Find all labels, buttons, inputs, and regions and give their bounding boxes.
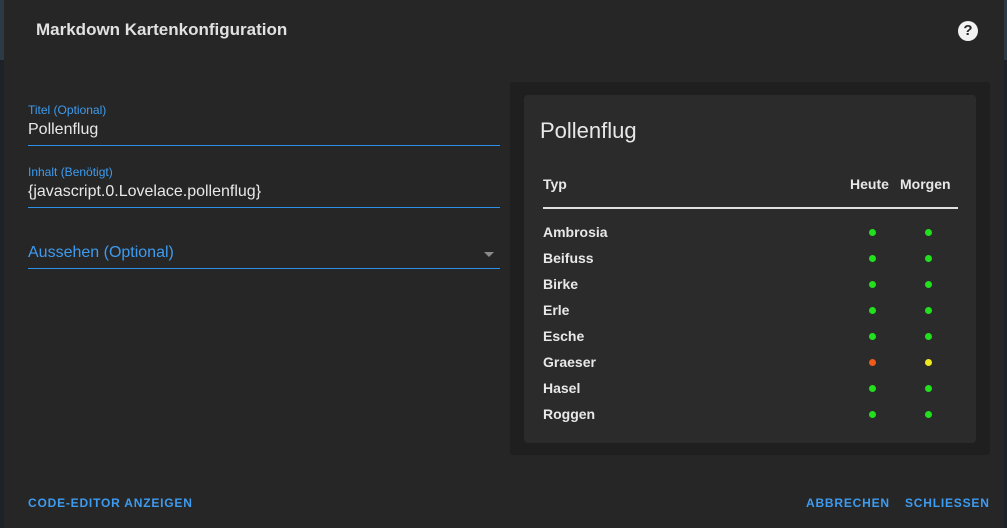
today-status-dot-icon bbox=[869, 385, 876, 392]
tomorrow-status-dot-icon bbox=[925, 255, 932, 262]
dialog: Markdown Kartenkonfiguration ? Titel (Op… bbox=[0, 0, 1007, 528]
table-row: Roggen bbox=[524, 403, 976, 429]
title-field[interactable]: Titel (Optional) bbox=[28, 103, 500, 146]
content-input[interactable] bbox=[28, 183, 498, 201]
preview-card: Pollenflug Typ Heute Morgen Ambrosia Beif… bbox=[524, 95, 976, 443]
tomorrow-status-dot-icon bbox=[925, 229, 932, 236]
today-status-dot-icon bbox=[869, 281, 876, 288]
content-field[interactable]: Inhalt (Benötigt) bbox=[28, 165, 500, 208]
column-header-typ: Typ bbox=[543, 176, 567, 192]
dialog-title: Markdown Kartenkonfiguration bbox=[36, 20, 288, 39]
pollen-table-body: Ambrosia Beifuss Birke Erle Esche Graeser Hase… bbox=[524, 221, 976, 429]
today-status-dot-icon bbox=[869, 307, 876, 314]
header-edge-left bbox=[0, 0, 4, 60]
appearance-select-label: Aussehen (Optional) bbox=[28, 244, 174, 261]
cancel-button[interactable]: ABBRECHEN bbox=[806, 496, 890, 510]
row-name: Beifuss bbox=[543, 250, 594, 266]
table-row: Birke bbox=[524, 273, 976, 299]
today-status-dot-icon bbox=[869, 229, 876, 236]
close-button[interactable]: SCHLIESSEN bbox=[905, 496, 990, 510]
tomorrow-status-dot-icon bbox=[925, 281, 932, 288]
today-status-dot-icon bbox=[869, 359, 876, 366]
table-header-divider bbox=[543, 207, 958, 209]
tomorrow-status-dot-icon bbox=[925, 333, 932, 340]
row-name: Hasel bbox=[543, 380, 581, 396]
column-header-morgen: Morgen bbox=[900, 176, 951, 192]
table-row: Esche bbox=[524, 325, 976, 351]
content-field-label: Inhalt (Benötigt) bbox=[28, 165, 113, 179]
table-row: Ambrosia bbox=[524, 221, 976, 247]
appearance-select[interactable]: Aussehen (Optional) bbox=[28, 242, 500, 269]
today-status-dot-icon bbox=[869, 333, 876, 340]
left-edge bbox=[0, 0, 4, 528]
today-status-dot-icon bbox=[869, 255, 876, 262]
table-row: Beifuss bbox=[524, 247, 976, 273]
title-input[interactable] bbox=[28, 121, 498, 139]
table-row: Erle bbox=[524, 299, 976, 325]
card-title: Pollenflug bbox=[540, 118, 637, 143]
row-name: Erle bbox=[543, 302, 570, 318]
dropdown-arrow-icon[interactable] bbox=[484, 252, 494, 257]
table-row: Hasel bbox=[524, 377, 976, 403]
row-name: Roggen bbox=[543, 406, 596, 422]
row-name: Esche bbox=[543, 328, 585, 344]
tomorrow-status-dot-icon bbox=[925, 411, 932, 418]
today-status-dot-icon bbox=[869, 411, 876, 418]
tomorrow-status-dot-icon bbox=[925, 307, 932, 314]
column-header-heute: Heute bbox=[850, 176, 889, 192]
code-editor-button[interactable]: CODE-EDITOR ANZEIGEN bbox=[28, 496, 193, 510]
row-name: Graeser bbox=[543, 354, 596, 370]
row-name: Ambrosia bbox=[543, 224, 608, 240]
row-name: Birke bbox=[543, 276, 579, 292]
help-icon[interactable]: ? bbox=[958, 21, 978, 41]
tomorrow-status-dot-icon bbox=[925, 385, 932, 392]
table-row: Graeser bbox=[524, 351, 976, 377]
title-field-label: Titel (Optional) bbox=[28, 103, 107, 117]
tomorrow-status-dot-icon bbox=[925, 359, 932, 366]
